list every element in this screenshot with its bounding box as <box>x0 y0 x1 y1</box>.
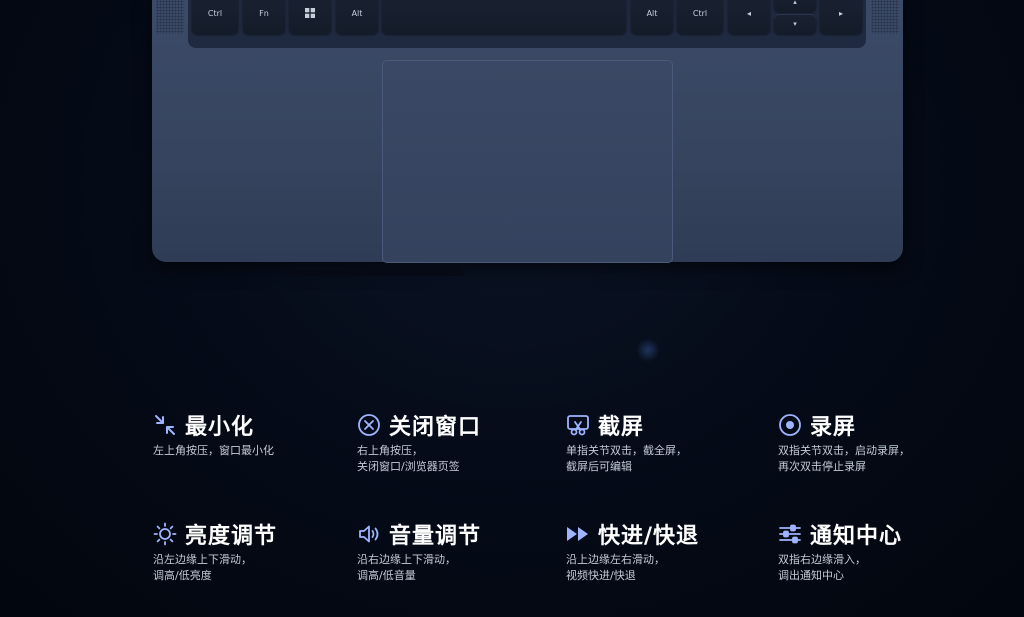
speaker-grille-left <box>156 0 184 34</box>
key-fn: Fn <box>243 0 285 34</box>
hinge-notch <box>286 266 464 276</box>
feature-description: 单指关节双击，截全屏， 截屏后可编辑 <box>566 443 766 475</box>
feature-title: 截屏 <box>598 415 645 440</box>
feature-description: 双指右边缘滑入， 调出通知中心 <box>778 552 978 584</box>
feature-title: 音量调节 <box>389 524 482 549</box>
key-ctrl-left: Ctrl <box>192 0 238 34</box>
feature-desc-line: 双指右边缘滑入， <box>778 553 866 566</box>
key-space <box>382 0 626 34</box>
feature-title: 快进/快退 <box>598 524 700 549</box>
speaker-grille-right <box>871 0 899 34</box>
faint-logo-glow <box>636 338 660 362</box>
key-arrow-up: ▴ <box>774 0 816 12</box>
feature-desc-line: 沿上边缘左右滑动， <box>566 553 665 566</box>
feature-screen-record: 录屏 双指关节双击，启动录屏， 再次双击停止录屏 <box>778 410 978 475</box>
feature-desc-line: 视频快进/快退 <box>566 569 636 582</box>
feature-title: 通知中心 <box>810 524 903 549</box>
windows-logo-icon <box>305 8 315 18</box>
feature-title: 亮度调节 <box>185 524 278 549</box>
touchpad <box>382 60 673 263</box>
minimize-icon <box>153 413 177 437</box>
laptop-deck: Ctrl Fn Alt Alt Ctrl ◂ ▴ ▾ ▸ <box>152 0 903 263</box>
brightness-sun-icon <box>153 522 177 546</box>
feature-desc-line: 再次双击停止录屏 <box>778 460 866 473</box>
feature-desc-line: 右上角按压， <box>357 444 423 457</box>
feature-desc-line: 双指关节双击，启动录屏， <box>778 444 910 457</box>
feature-title: 关闭窗口 <box>389 415 482 440</box>
feature-screenshot: 截屏 单指关节双击，截全屏， 截屏后可编辑 <box>566 410 766 475</box>
sliders-icon <box>778 522 802 546</box>
feature-minimize: 最小化 左上角按压，窗口最小化 <box>153 410 353 459</box>
feature-description: 双指关节双击，启动录屏， 再次双击停止录屏 <box>778 443 978 475</box>
feature-description: 沿右边缘上下滑动， 调高/低音量 <box>357 552 557 584</box>
feature-description: 右上角按压， 关闭窗口/浏览器页签 <box>357 443 557 475</box>
record-icon <box>778 413 802 437</box>
volume-speaker-icon <box>357 522 381 546</box>
feature-desc-line: 调出通知中心 <box>778 569 844 582</box>
keyboard-bottom-row: Ctrl Fn Alt Alt Ctrl ◂ ▴ ▾ ▸ <box>188 0 866 48</box>
feature-desc-line: 单指关节双击，截全屏， <box>566 444 687 457</box>
key-arrow-left: ◂ <box>728 0 770 34</box>
feature-fast-forward: 快进/快退 沿上边缘左右滑动， 视频快进/快退 <box>566 519 766 584</box>
key-windows <box>289 0 331 34</box>
feature-description: 沿上边缘左右滑动， 视频快进/快退 <box>566 552 766 584</box>
key-ctrl-right: Ctrl <box>677 0 723 34</box>
feature-desc-line: 关闭窗口/浏览器页签 <box>357 460 460 473</box>
feature-desc-line: 左上角按压，窗口最小化 <box>153 444 274 457</box>
feature-volume: 音量调节 沿右边缘上下滑动， 调高/低音量 <box>357 519 557 584</box>
feature-close-window: 关闭窗口 右上角按压， 关闭窗口/浏览器页签 <box>357 410 557 475</box>
feature-notification-center: 通知中心 双指右边缘滑入， 调出通知中心 <box>778 519 978 584</box>
feature-desc-line: 沿左边缘上下滑动， <box>153 553 252 566</box>
feature-desc-line: 调高/低音量 <box>357 569 416 582</box>
feature-description: 左上角按压，窗口最小化 <box>153 443 353 459</box>
key-alt-right: Alt <box>631 0 673 34</box>
feature-desc-line: 沿右边缘上下滑动， <box>357 553 456 566</box>
close-circle-icon <box>357 413 381 437</box>
key-arrow-right: ▸ <box>820 0 862 34</box>
feature-title: 最小化 <box>185 415 255 440</box>
fast-forward-icon <box>566 522 590 546</box>
product-stage: Ctrl Fn Alt Alt Ctrl ◂ ▴ ▾ ▸ 最小化 左上角按压，窗… <box>0 0 1024 617</box>
feature-description: 沿左边缘上下滑动， 调高/低亮度 <box>153 552 353 584</box>
feature-title: 录屏 <box>810 415 857 440</box>
key-arrow-down: ▾ <box>774 14 816 34</box>
key-alt-left: Alt <box>336 0 378 34</box>
screenshot-scissors-icon <box>566 413 590 437</box>
feature-desc-line: 调高/低亮度 <box>153 569 212 582</box>
feature-brightness: 亮度调节 沿左边缘上下滑动， 调高/低亮度 <box>153 519 353 584</box>
feature-desc-line: 截屏后可编辑 <box>566 460 632 473</box>
